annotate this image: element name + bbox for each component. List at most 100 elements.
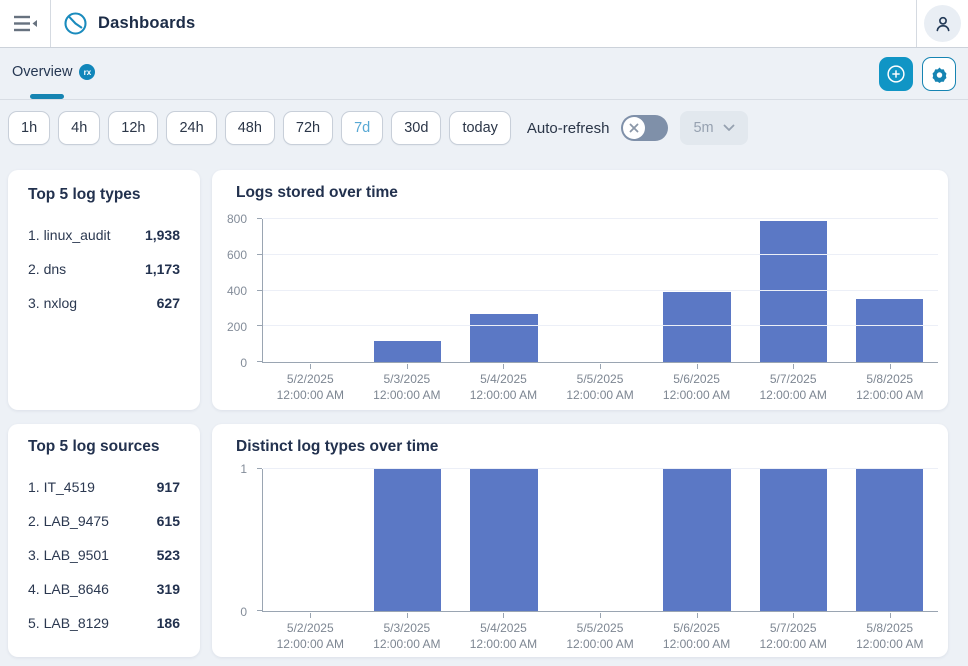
sidebar-collapse-icon: [13, 14, 38, 33]
list-item: 4. LAB_8646 319: [28, 581, 180, 601]
range-button-1h[interactable]: 1h: [8, 111, 50, 145]
bar[interactable]: [663, 469, 730, 611]
item-value: 523: [157, 547, 180, 563]
x-tick-label: 5/8/202512:00:00 AM: [841, 364, 938, 403]
bar-slot: [842, 219, 938, 362]
bar[interactable]: [470, 469, 537, 611]
x-tick-label: 5/5/202512:00:00 AM: [552, 613, 649, 652]
y-tick-label: 800: [227, 212, 247, 226]
tab-overview[interactable]: Overview rx: [12, 64, 95, 80]
item-label: 2. LAB_9475: [28, 513, 109, 529]
item-value: 186: [157, 615, 180, 631]
add-widget-button[interactable]: [879, 57, 913, 91]
dashboard-settings-button[interactable]: [922, 57, 956, 91]
y-axis: 0200400600800: [212, 219, 256, 363]
bar-slot: [552, 469, 648, 611]
item-label: 3. nxlog: [28, 295, 77, 311]
range-button-48h[interactable]: 48h: [225, 111, 275, 145]
x-tick-label: 5/4/202512:00:00 AM: [455, 364, 552, 403]
item-value: 615: [157, 513, 180, 529]
active-tab-underline: [30, 94, 64, 99]
bar[interactable]: [856, 299, 923, 362]
item-value: 627: [157, 295, 180, 311]
item-value: 319: [157, 581, 180, 597]
item-value: 1,938: [145, 227, 180, 243]
bar-slot: [552, 219, 648, 362]
bar-slot: [359, 469, 455, 611]
y-tick-label: 600: [227, 248, 247, 262]
item-value: 1,173: [145, 261, 180, 277]
x-tick-label: 5/8/202512:00:00 AM: [841, 613, 938, 652]
user-icon: [932, 13, 954, 35]
bar-slot: [456, 219, 552, 362]
item-label: 4. LAB_8646: [28, 581, 109, 597]
y-tick-mark: [257, 290, 262, 291]
widget-top-log-sources: Top 5 log sources 1. IT_4519 917 2. LAB_…: [8, 424, 200, 657]
list-item: 1. linux_audit 1,938: [28, 227, 180, 247]
bar[interactable]: [470, 314, 537, 362]
dashboard-tabbar: Overview rx: [0, 48, 968, 100]
breadcrumb: Dashboards: [63, 11, 195, 36]
y-tick-mark: [257, 325, 262, 326]
tabbar-actions: [879, 57, 956, 91]
range-button-today[interactable]: today: [449, 111, 510, 145]
bar[interactable]: [760, 469, 827, 611]
top-log-sources-list: 1. IT_4519 917 2. LAB_9475 615 3. LAB_95…: [28, 479, 180, 635]
bar[interactable]: [374, 341, 441, 362]
bar-slot: [649, 219, 745, 362]
y-tick-mark: [257, 218, 262, 219]
bar-slot: [745, 219, 841, 362]
y-tick-label: 200: [227, 320, 247, 334]
x-tick-label: 5/5/202512:00:00 AM: [552, 364, 649, 403]
widget-logs-stored-over-time: Logs stored over time 0200400600800 5/2/…: [212, 170, 948, 410]
bar[interactable]: [856, 469, 923, 611]
chart-title: Distinct log types over time: [236, 438, 948, 456]
y-tick-mark: [257, 361, 262, 362]
sidebar-collapse-button[interactable]: [0, 0, 51, 47]
range-button-72h[interactable]: 72h: [283, 111, 333, 145]
chevron-down-icon: [723, 124, 735, 132]
x-tick-label: 5/7/202512:00:00 AM: [745, 613, 842, 652]
timerange-buttons: 1h4h12h24h 48h72h7d30dtoday: [8, 111, 519, 145]
range-button-30d[interactable]: 30d: [391, 111, 441, 145]
bar[interactable]: [760, 221, 827, 362]
list-item: 3. LAB_9501 523: [28, 547, 180, 567]
user-menu-button[interactable]: [924, 5, 961, 42]
bar-slot: [359, 219, 455, 362]
autorefresh-label: Auto-refresh: [527, 120, 610, 137]
gridline: [263, 218, 938, 219]
chart-plot-area: [262, 219, 938, 363]
app-header: Dashboards: [0, 0, 968, 48]
widget-title: Top 5 log sources: [28, 438, 180, 456]
gridline: [263, 254, 938, 255]
bar[interactable]: [374, 469, 441, 611]
list-item: 1. IT_4519 917: [28, 479, 180, 499]
bar-slot: [263, 219, 359, 362]
plus-circle-icon: [885, 63, 907, 85]
list-item: 2. LAB_9475 615: [28, 513, 180, 533]
list-item: 3. nxlog 627: [28, 295, 180, 315]
chart-bars: [263, 219, 938, 362]
x-tick-label: 5/2/202512:00:00 AM: [262, 613, 359, 652]
item-value: 917: [157, 479, 180, 495]
bar-slot: [456, 469, 552, 611]
bar[interactable]: [663, 292, 730, 362]
gear-icon: [930, 65, 949, 84]
y-tick-mark: [257, 468, 262, 469]
toggle-off-x-icon: [629, 123, 639, 133]
refresh-interval-select[interactable]: 5m: [680, 111, 747, 145]
widget-title: Top 5 log types: [28, 186, 180, 204]
x-tick-label: 5/7/202512:00:00 AM: [745, 364, 842, 403]
header-user-area: [916, 0, 968, 47]
x-tick-label: 5/6/202512:00:00 AM: [648, 364, 745, 403]
autorefresh-toggle[interactable]: [621, 115, 668, 141]
range-button-12h[interactable]: 12h: [108, 111, 158, 145]
range-button-24h[interactable]: 24h: [166, 111, 216, 145]
gridline: [263, 290, 938, 291]
refresh-interval-value: 5m: [693, 120, 713, 136]
range-button-7d[interactable]: 7d: [341, 111, 383, 145]
y-tick-label: 1: [240, 462, 247, 476]
x-axis-labels: 5/2/202512:00:00 AM5/3/202512:00:00 AM5/…: [262, 364, 938, 403]
range-button-4h[interactable]: 4h: [58, 111, 100, 145]
top-log-types-list: 1. linux_audit 1,938 2. dns 1,173 3. nxl…: [28, 227, 180, 315]
